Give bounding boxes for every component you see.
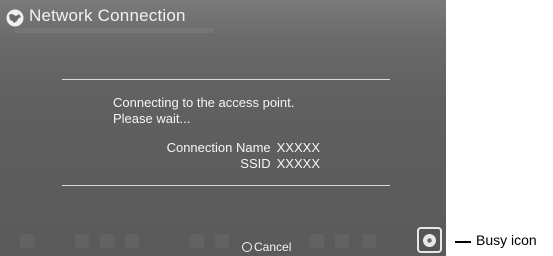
faded-icon [335,234,349,248]
window-title: Network Connection [29,6,186,25]
callout-line [455,241,471,243]
divider-bottom [62,185,390,186]
connection-name-label: Connection Name [166,140,271,155]
ssid-value: XXXXX [276,156,320,171]
faded-icon [75,234,89,248]
background-status-bar [0,228,446,256]
ssid-label: SSID [240,156,271,171]
network-globe-icon [6,9,24,27]
cancel-button[interactable]: Cancel [242,240,291,254]
faded-icon [310,234,324,248]
divider-top [62,79,390,80]
cancel-label: Cancel [254,240,292,254]
faded-icon [362,234,376,248]
status-message-line1: Connecting to the access point. [113,95,295,110]
ssid-row: SSID XXXXX [240,156,320,172]
faded-icon [190,234,204,248]
psp-screen: Network Connection Connecting to the acc… [0,0,446,256]
faded-icon [100,234,114,248]
status-message-line2: Please wait... [113,111,191,126]
connection-name-value: XXXXX [276,140,320,155]
busy-icon-callout-label: Busy icon [476,232,537,248]
circle-button-icon [242,242,252,252]
busy-spinner-icon [423,234,436,247]
title-bar: Network Connection [0,0,446,40]
faded-icon [20,234,34,248]
faded-icon [125,234,139,248]
connection-name-row: Connection Name XXXXX [167,140,320,156]
busy-indicator [417,227,442,253]
title-sub-bar [14,28,214,33]
faded-icon [215,234,229,248]
